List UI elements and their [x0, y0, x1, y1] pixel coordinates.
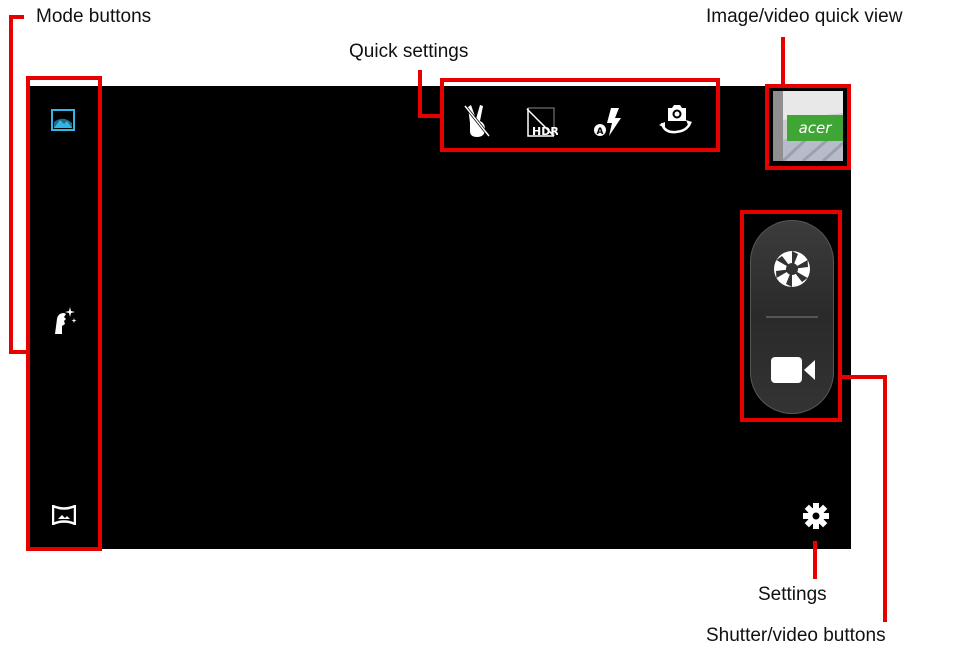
shutter-leader-v — [883, 375, 887, 622]
shutter-leader-h — [840, 375, 887, 379]
shutter-video-label: Shutter/video buttons — [706, 625, 886, 646]
settings-leader — [813, 541, 817, 579]
quick-settings-label: Quick settings — [349, 41, 469, 62]
mode-buttons-label: Mode buttons — [36, 6, 152, 27]
quick-view-highlight — [765, 84, 851, 170]
shutter-video-highlight — [740, 210, 842, 422]
quick-view-label: Image/video quick view — [706, 6, 903, 27]
quick-settings-leader-v — [418, 70, 422, 118]
mode-leader-v — [9, 15, 13, 354]
quick-view-leader — [781, 37, 785, 86]
mode-leader-h-bottom — [9, 350, 29, 354]
mode-buttons-highlight — [26, 76, 102, 551]
quick-settings-highlight — [440, 78, 720, 152]
gear-icon[interactable] — [802, 502, 830, 530]
settings-label: Settings — [758, 584, 827, 605]
quick-settings-leader-h — [418, 114, 442, 118]
camera-viewfinder[interactable] — [27, 86, 851, 549]
